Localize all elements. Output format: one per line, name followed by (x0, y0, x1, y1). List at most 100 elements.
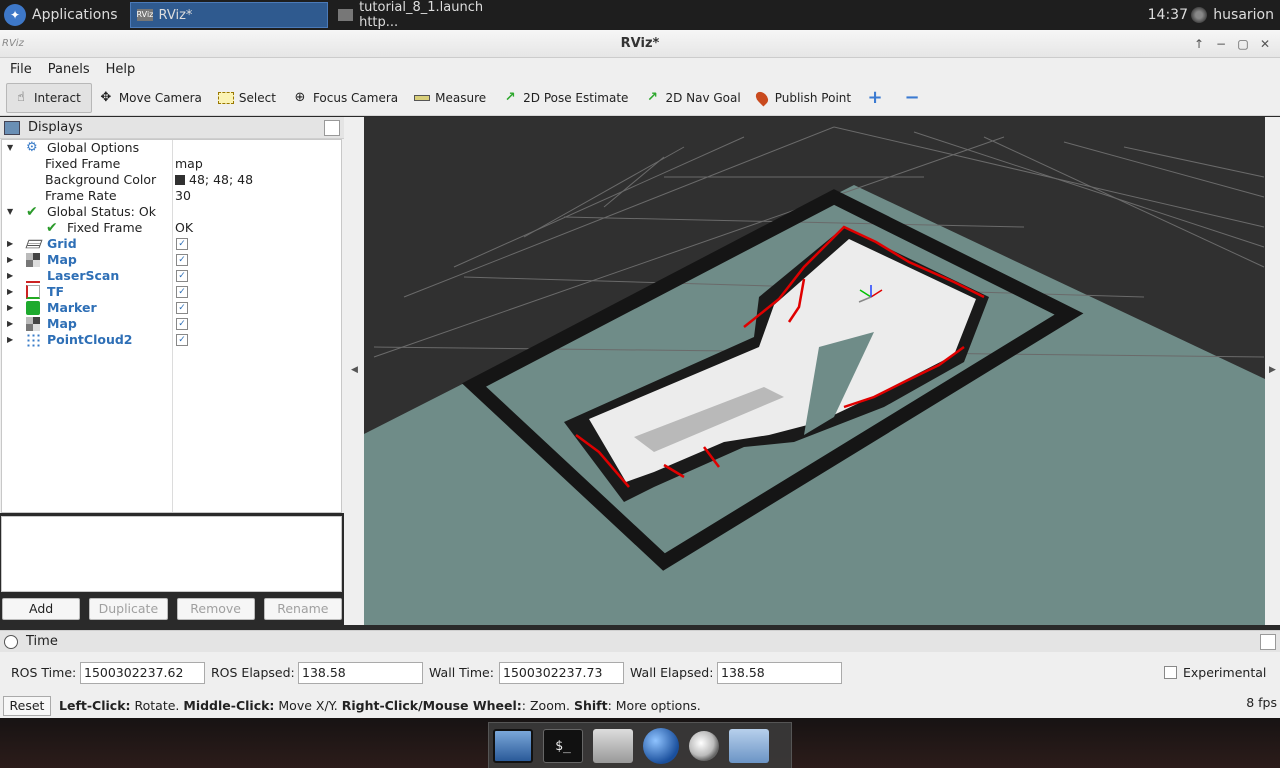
expand-arrow-icon[interactable]: ▶ (7, 236, 17, 252)
tree-row-status-fixed-frame[interactable]: ✔ Fixed Frame OK (2, 220, 341, 236)
hint-text: : Zoom. (521, 698, 574, 713)
display-laserscan-checkbox[interactable]: ✓ (176, 270, 188, 282)
wall-elapsed-field[interactable]: 138.58 (717, 662, 842, 684)
ros-time-field[interactable]: 1500302237.62 (80, 662, 205, 684)
hint-key: Shift (573, 698, 608, 713)
color-swatch (175, 175, 185, 185)
hint-key: Left-Click: (59, 698, 131, 713)
tool-interact[interactable]: ☝ Interact (6, 82, 92, 113)
menu-file[interactable]: File (0, 62, 38, 77)
web-browser-icon[interactable] (643, 727, 679, 764)
display-map-checkbox[interactable]: ✓ (176, 254, 188, 266)
window-restore-icon[interactable]: ▢ (1232, 36, 1254, 52)
wall-time-field[interactable]: 1500302237.73 (499, 662, 624, 684)
remove-display-button[interactable]: Remove (176, 598, 255, 620)
expand-arrow-icon[interactable]: ▶ (7, 268, 17, 284)
fixed-frame-value[interactable]: map (175, 156, 203, 172)
tree-row-grid[interactable]: ▶ Grid ✓ (2, 236, 341, 252)
duplicate-display-button[interactable]: Duplicate (89, 598, 168, 620)
tool-2d-pose-estimate-label: 2D Pose Estimate (523, 90, 629, 105)
user-name: husarion (1213, 7, 1274, 23)
tree-row-global-options[interactable]: ▼ ⚙ Global Options (2, 140, 341, 156)
display-marker-checkbox[interactable]: ✓ (176, 302, 188, 314)
task-rviz-label: RViz* (158, 7, 193, 23)
render-view[interactable] (364, 117, 1265, 625)
left-splitter[interactable]: ◀ (344, 117, 364, 625)
tree-row-map-2[interactable]: ▶ Map ✓ (2, 316, 341, 332)
display-map-2-checkbox[interactable]: ✓ (176, 318, 188, 330)
tree-row-fixed-frame[interactable]: Fixed Frame map (2, 156, 341, 172)
expand-arrow-icon[interactable]: ▶ (7, 252, 17, 268)
hint-text: : More options. (607, 698, 701, 713)
display-pointcloud2-checkbox[interactable]: ✓ (176, 334, 188, 346)
terminal-icon[interactable]: $_ (543, 728, 583, 763)
tool-2d-nav-goal[interactable]: ↗ 2D Nav Goal (638, 83, 750, 113)
window-close-icon[interactable]: ✕ (1254, 36, 1276, 52)
user-icon (1191, 7, 1208, 23)
expand-arrow-icon[interactable]: ▶ (7, 284, 17, 300)
window-minimize-icon[interactable]: − (1210, 36, 1232, 52)
add-tool-button[interactable]: + (861, 83, 898, 113)
tool-focus-camera-label: Focus Camera (312, 90, 399, 105)
collapse-left-icon[interactable]: ◀ (351, 365, 358, 375)
window-titlebar: RViz RViz* ↑ − ▢ ✕ (0, 30, 1280, 58)
applications-menu[interactable]: ✦ Applications (0, 0, 126, 30)
menu-panels[interactable]: Panels (38, 62, 96, 77)
minus-icon: − (904, 86, 920, 108)
collapse-arrow-icon[interactable]: ▼ (7, 140, 17, 156)
check-icon: ✔ (26, 204, 38, 220)
rename-display-button[interactable]: Rename (263, 598, 342, 620)
search-icon[interactable] (689, 730, 719, 761)
home-folder-icon[interactable] (593, 728, 633, 763)
show-desktop-icon[interactable] (493, 728, 533, 763)
tree-row-laserscan[interactable]: ▶ LaserScan ✓ (2, 268, 341, 284)
task-rviz[interactable]: RViz RViz* (129, 2, 328, 28)
pin-icon (753, 89, 771, 106)
displays-title: Displays (28, 120, 83, 135)
panel-undock-button[interactable] (324, 120, 340, 136)
expand-arrow-icon[interactable]: ▶ (7, 332, 17, 348)
display-grid-checkbox[interactable]: ✓ (176, 238, 188, 250)
task-terminal[interactable]: tutorial_8_1.launch http... (332, 0, 528, 30)
tree-row-tf[interactable]: ▶ TF ✓ (2, 284, 341, 300)
tool-interact-label: Interact (34, 90, 81, 105)
display-tf-checkbox[interactable]: ✓ (176, 286, 188, 298)
add-display-button[interactable]: Add (2, 598, 81, 620)
ros-elapsed-field[interactable]: 138.58 (298, 662, 423, 684)
clock[interactable]: 14:37 (1148, 0, 1188, 30)
displays-tree[interactable]: ▼ ⚙ Global Options Fixed Frame map Backg… (1, 139, 342, 513)
display-laserscan-label: LaserScan (47, 268, 120, 283)
tool-2d-pose-estimate[interactable]: ↗ 2D Pose Estimate (496, 83, 638, 113)
user-menu[interactable]: husarion (1191, 0, 1274, 30)
tree-row-pointcloud2[interactable]: ▶ PointCloud2 ✓ (2, 332, 341, 348)
background-color-value[interactable]: 48; 48; 48 (175, 172, 253, 188)
collapse-arrow-icon[interactable]: ▼ (7, 204, 17, 220)
hand-icon: ☝ (17, 89, 25, 105)
menu-help[interactable]: Help (96, 62, 142, 77)
tool-measure[interactable]: Measure (408, 83, 496, 113)
tree-row-map[interactable]: ▶ Map ✓ (2, 252, 341, 268)
tool-publish-point[interactable]: Publish Point (751, 83, 861, 113)
select-icon (217, 91, 234, 104)
focus-camera-icon: ⊕ (294, 89, 306, 105)
window-up-icon[interactable]: ↑ (1188, 36, 1210, 52)
folder-icon[interactable] (729, 728, 769, 763)
time-undock-button[interactable] (1260, 634, 1276, 650)
reset-button[interactable]: Reset (3, 696, 51, 716)
collapse-right-icon[interactable]: ▶ (1269, 365, 1276, 375)
tree-row-global-status[interactable]: ▼ ✔ Global Status: Ok (2, 204, 341, 220)
expand-arrow-icon[interactable]: ▶ (7, 300, 17, 316)
tool-move-camera[interactable]: ✥ Move Camera (92, 83, 212, 113)
frame-rate-value[interactable]: 30 (175, 188, 191, 204)
tree-row-background-color[interactable]: Background Color 48; 48; 48 (2, 172, 341, 188)
tool-select[interactable]: Select (212, 83, 286, 113)
tree-row-marker[interactable]: ▶ Marker ✓ (2, 300, 341, 316)
experimental-checkbox[interactable] (1164, 666, 1177, 679)
mouse-hint: Left-Click: Rotate. Middle-Click: Move X… (59, 698, 701, 713)
expand-arrow-icon[interactable]: ▶ (7, 316, 17, 332)
remove-tool-button[interactable]: − (898, 83, 935, 113)
laser-scan-icon (26, 269, 40, 283)
right-splitter[interactable]: ▶ (1265, 117, 1280, 625)
tree-row-frame-rate[interactable]: Frame Rate 30 (2, 188, 341, 204)
tool-focus-camera[interactable]: ⊕ Focus Camera (286, 83, 408, 113)
